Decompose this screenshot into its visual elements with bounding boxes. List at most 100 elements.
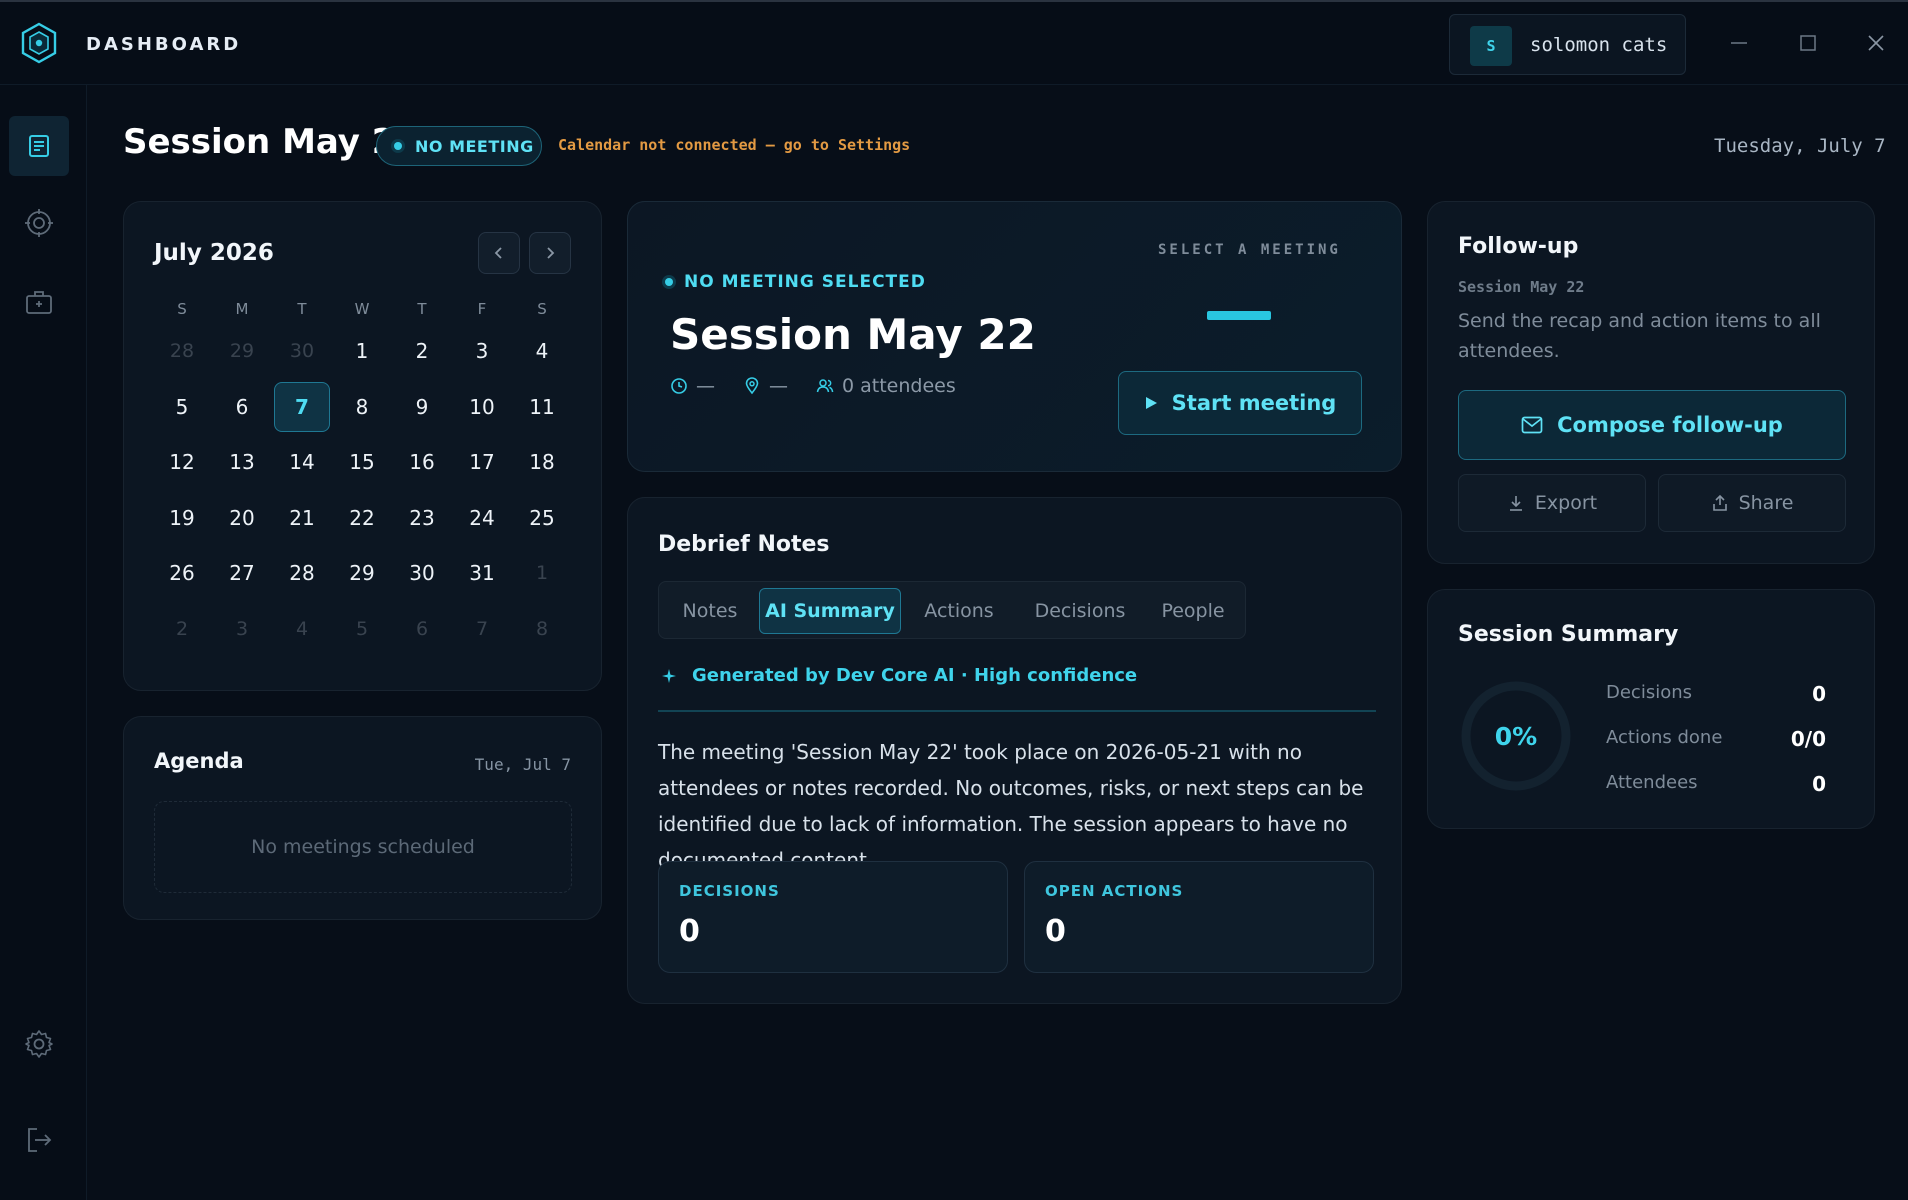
meeting-location: — — [743, 375, 788, 397]
calendar-day[interactable]: 8 — [334, 382, 390, 432]
tab-people[interactable]: People — [1147, 588, 1239, 634]
calendar-day[interactable]: 8 — [514, 604, 570, 654]
tab-notes[interactable]: Notes — [665, 588, 755, 634]
status-dot-icon — [662, 275, 676, 289]
calendar-day[interactable]: 1 — [334, 326, 390, 376]
location-pin-icon — [745, 377, 759, 395]
session-summary-title: Session Summary — [1458, 622, 1679, 647]
avatar: S — [1470, 26, 1512, 66]
calendar-day[interactable]: 27 — [214, 548, 270, 598]
meeting-status: NO MEETING SELECTED — [662, 272, 926, 292]
minimize-button[interactable] — [1722, 26, 1756, 60]
calendar-day[interactable]: 31 — [454, 548, 510, 598]
calendar-day[interactable]: 28 — [154, 326, 210, 376]
mail-icon — [1521, 416, 1543, 434]
page-title: Session May 22 — [123, 122, 420, 162]
maximize-button[interactable] — [1791, 26, 1825, 60]
meeting-time: — — [670, 375, 715, 397]
weekday-header: SMTWTFS — [124, 300, 602, 324]
calendar-day[interactable]: 13 — [214, 437, 270, 487]
agenda-date: Tue, Jul 7 — [474, 755, 571, 774]
calendar-day[interactable]: 18 — [514, 437, 570, 487]
tab-actions[interactable]: Actions — [905, 588, 1013, 634]
start-meeting-button[interactable]: Start meeting — [1118, 371, 1362, 435]
share-button[interactable]: Share — [1658, 474, 1846, 532]
calendar-day[interactable]: 7 — [454, 604, 510, 654]
sidebar-item-dashboard[interactable] — [9, 116, 69, 176]
calendar-day[interactable]: 6 — [214, 382, 270, 432]
sidebar-item-settings[interactable] — [9, 1014, 69, 1074]
ai-generated-note: Generated by Dev Core AI · High confiden… — [662, 665, 1137, 686]
calendar-day[interactable]: 22 — [334, 493, 390, 543]
calendar-warning-link[interactable]: Calendar not connected — go to Settings — [558, 136, 910, 154]
meeting-status-label: NO MEETING SELECTED — [684, 272, 926, 292]
calendar-day[interactable]: 29 — [334, 548, 390, 598]
download-icon — [1509, 496, 1522, 511]
next-month-button[interactable] — [529, 232, 571, 274]
calendar-day[interactable]: 30 — [394, 548, 450, 598]
weekday-label: T — [297, 300, 307, 318]
sidebar-item-logout[interactable] — [9, 1110, 69, 1170]
calendar-day[interactable]: 28 — [274, 548, 330, 598]
calendar-day[interactable]: 10 — [454, 382, 510, 432]
header-date: Tuesday, July 7 — [1714, 135, 1886, 157]
calendar-day[interactable]: 16 — [394, 437, 450, 487]
ai-summary-text: The meeting 'Session May 22' took place … — [658, 740, 1364, 872]
calendar-day[interactable]: 29 — [214, 326, 270, 376]
calendar-day[interactable]: 30 — [274, 326, 330, 376]
divider — [658, 710, 1376, 712]
sidebar-item-briefcase[interactable] — [9, 272, 69, 332]
sidebar-item-target[interactable] — [9, 193, 69, 253]
compose-followup-button[interactable]: Compose follow-up — [1458, 390, 1846, 460]
close-icon — [1868, 35, 1884, 51]
user-menu[interactable]: S solomon cats — [1449, 14, 1686, 75]
tab-ai-summary[interactable]: AI Summary — [759, 588, 901, 634]
calendar-day[interactable]: 17 — [454, 437, 510, 487]
calendar-day[interactable]: 3 — [214, 604, 270, 654]
calendar-day[interactable]: 1 — [514, 548, 570, 598]
calendar-day[interactable]: 2 — [154, 604, 210, 654]
close-button[interactable] — [1859, 26, 1893, 60]
sidebar — [0, 85, 87, 1200]
calendar-day-today[interactable]: 7 — [274, 381, 330, 432]
agenda-empty-state: No meetings scheduled — [154, 801, 572, 893]
calendar-day[interactable]: 24 — [454, 493, 510, 543]
calendar-day[interactable]: 6 — [394, 604, 450, 654]
calendar-day[interactable]: 12 — [154, 437, 210, 487]
weekday-label: F — [477, 300, 487, 318]
calendar-day[interactable]: 11 — [514, 382, 570, 432]
calendar-day[interactable]: 19 — [154, 493, 210, 543]
minimize-icon — [1731, 42, 1747, 44]
followup-card: Follow-up Session May 22 Send the recap … — [1427, 201, 1875, 564]
calendar-day[interactable]: 5 — [154, 382, 210, 432]
summary-row-actions-done: Actions done 0/0 — [1606, 727, 1826, 751]
weekday-label: M — [235, 300, 249, 318]
calendar-day[interactable]: 21 — [274, 493, 330, 543]
calendar-day[interactable]: 14 — [274, 437, 330, 487]
calendar-day[interactable]: 4 — [514, 326, 570, 376]
calendar-day[interactable]: 2 — [394, 326, 450, 376]
maximize-icon — [1800, 35, 1816, 51]
weekday-label: W — [354, 300, 370, 318]
debrief-tabs: Notes AI Summary Actions Decisions Peopl… — [658, 581, 1246, 639]
calendar-day[interactable]: 20 — [214, 493, 270, 543]
calendar-day[interactable]: 25 — [514, 493, 570, 543]
export-button[interactable]: Export — [1458, 474, 1646, 532]
calendar-day[interactable]: 4 — [274, 604, 330, 654]
tab-decisions[interactable]: Decisions — [1017, 588, 1143, 634]
stat-value: 0 — [679, 914, 700, 949]
calendar-day[interactable]: 5 — [334, 604, 390, 654]
agenda-card: Agenda Tue, Jul 7 No meetings scheduled — [123, 716, 602, 920]
prev-month-button[interactable] — [478, 232, 520, 274]
clock-icon — [671, 378, 687, 394]
calendar-day[interactable]: 3 — [454, 326, 510, 376]
followup-title: Follow-up — [1458, 234, 1579, 259]
calendar-day[interactable]: 9 — [394, 382, 450, 432]
chevron-right-icon — [547, 247, 555, 259]
play-icon — [1145, 397, 1157, 409]
calendar-day[interactable]: 26 — [154, 548, 210, 598]
calendar-day[interactable]: 15 — [334, 437, 390, 487]
calendar-day[interactable]: 23 — [394, 493, 450, 543]
meeting-meta: — — 0 attendees — [670, 375, 956, 397]
target-icon — [25, 209, 53, 237]
